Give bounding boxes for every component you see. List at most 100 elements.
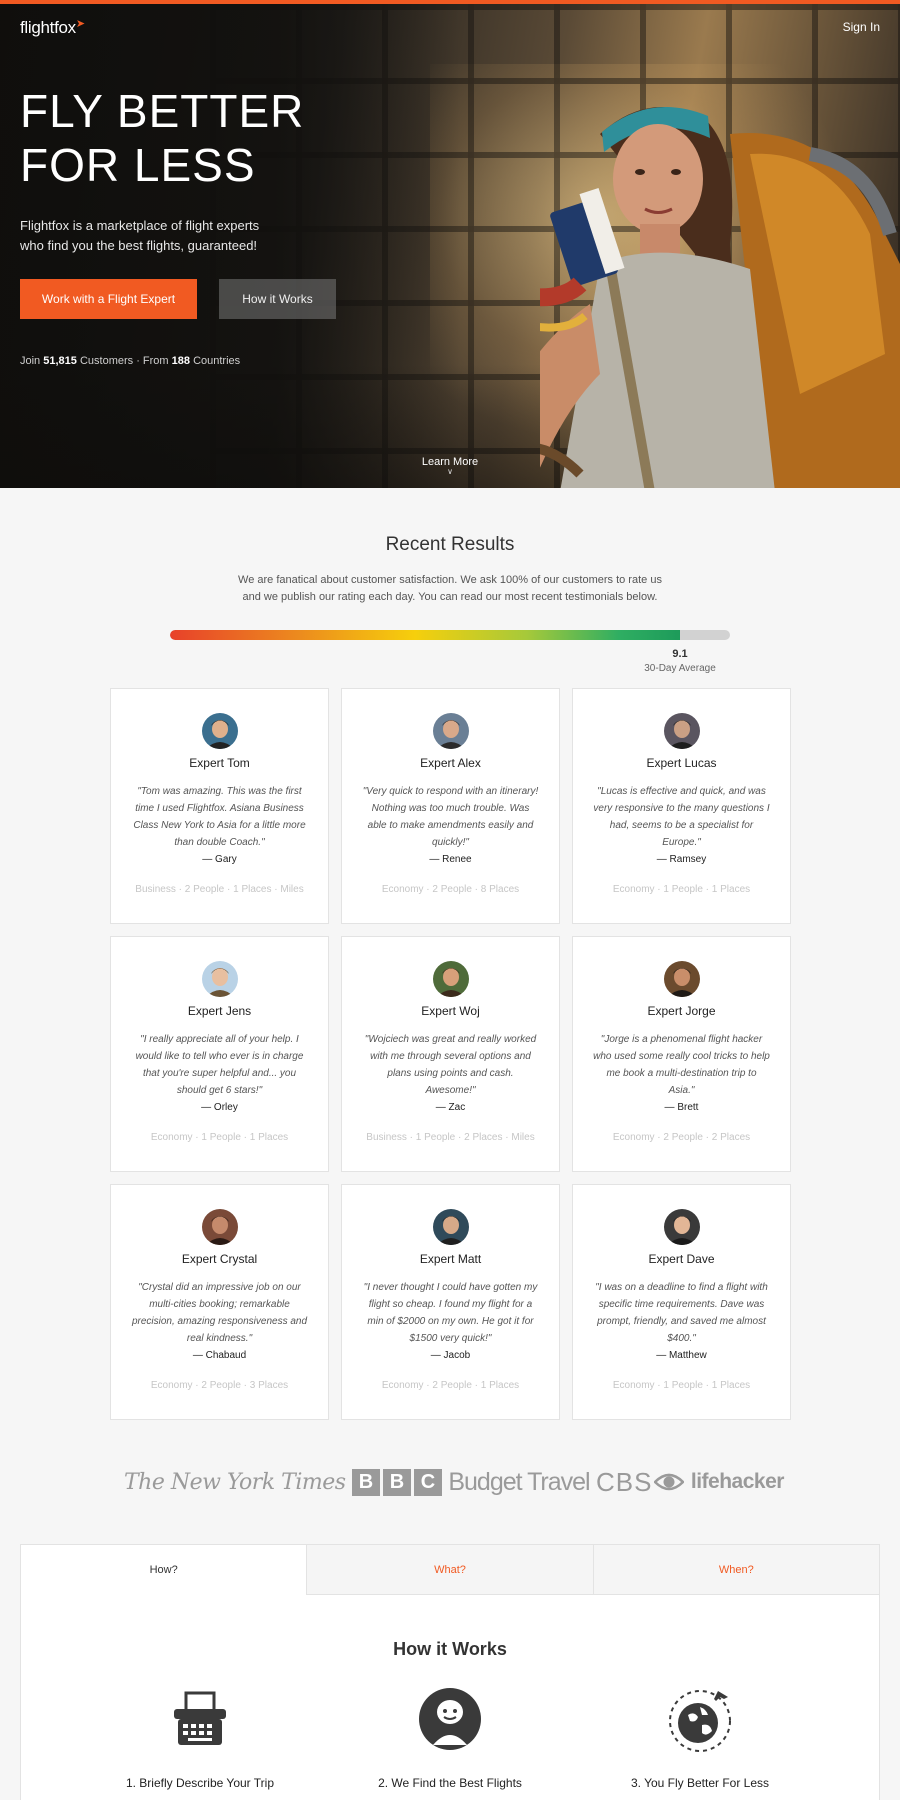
testimonial-quote: "Crystal did an impressive job on our mu… [131, 1282, 308, 1344]
rating-bar [170, 630, 730, 640]
avatar [663, 1209, 700, 1245]
testimonial-quote: "Tom was amazing. This was the first tim… [133, 786, 306, 848]
testimonial-quote: "I really appreciate all of your help. I… [135, 1034, 304, 1096]
expert-name: Expert Jens [187, 1004, 252, 1018]
testimonial-author: — Zac [435, 1102, 466, 1113]
country-count: 188 [171, 355, 191, 367]
testimonial-author: — Ramsey [656, 854, 707, 865]
testimonial-card: Expert Dave "I was on a deadline to find … [572, 1184, 791, 1420]
avatar [432, 961, 469, 997]
testimonial-card: Expert Matt "I never thought I could have… [341, 1184, 560, 1420]
testimonial-quote: "Wojciech was great and really worked wi… [364, 1034, 537, 1096]
budget-travel-logo: Budget Travel [448, 1467, 590, 1496]
stats-prefix: Join [20, 355, 41, 367]
expert-name: Expert Crystal [181, 1252, 258, 1266]
testimonial-quote: "I was on a deadline to find a flight wi… [595, 1282, 768, 1344]
testimonial-card: Expert Jens "I really appreciate all of y… [110, 936, 329, 1172]
hero-traveler-image [540, 107, 900, 488]
hero-banner: flightfox➤ Sign In FLY BETTER FOR LESS F… [0, 0, 900, 488]
nyt-logo: The New York Times [124, 1469, 346, 1495]
testimonial-author: — Orley [201, 1102, 238, 1113]
hero-stats: Join 51,815 Customers · From 188 Countri… [20, 355, 240, 367]
bracelets [540, 277, 587, 307]
lifehacker-logo: lifehacker [690, 1470, 785, 1493]
trip-details: Economy · 1 People · 1 Places [612, 1380, 751, 1391]
trip-details: Economy · 2 People · 1 Places [381, 1380, 520, 1391]
testimonial-quote: "I never thought I could have gotten my … [363, 1282, 538, 1344]
trip-details: Economy · 2 People · 8 Places [381, 884, 520, 895]
rating-value: 9.1 [672, 648, 688, 660]
testimonial-author: — Matthew [656, 1350, 707, 1361]
avatar [201, 961, 238, 997]
testimonial-card: Expert Lucas "Lucas is effective and quic… [572, 688, 791, 924]
cbs-eye-icon [654, 1473, 685, 1491]
hero-title: FLY BETTER FOR LESS [20, 84, 420, 192]
bbc-letter: B [382, 1468, 411, 1496]
avatar [201, 713, 238, 749]
chevron-down-icon: ∨ [447, 467, 453, 476]
step-label: 2. We Find the Best Flights [378, 1776, 522, 1790]
testimonial-author: — Chabaud [192, 1350, 247, 1361]
bbc-logo: B B C [351, 1468, 442, 1496]
expert-name: Expert Matt [419, 1252, 482, 1266]
trip-details: Economy · 2 People · 3 Places [150, 1380, 289, 1391]
step-label: 3. You Fly Better For Less [630, 1776, 770, 1790]
step-describe-trip: 1. Briefly Describe Your Trip [80, 1685, 320, 1790]
expert-name: Expert Jorge [647, 1004, 716, 1018]
tab-bar: How? What? When? [21, 1545, 879, 1595]
avatar [201, 1209, 238, 1245]
step-label: 1. Briefly Describe Your Trip [125, 1776, 275, 1790]
testimonial-quote: "Very quick to respond with an itinerary… [362, 786, 539, 848]
expert-name: Expert Lucas [646, 756, 717, 770]
expert-face-icon [419, 1688, 481, 1750]
stats-mid: Customers · From [79, 355, 169, 367]
tab-what[interactable]: What? [306, 1545, 593, 1595]
step-fly-better: 3. You Fly Better For Less [580, 1685, 820, 1790]
how-it-works-button[interactable]: How it Works [219, 279, 336, 319]
trip-details: Economy · 2 People · 2 Places [612, 1132, 751, 1143]
rating-bar-fill [170, 630, 680, 640]
tab-how[interactable]: How? [21, 1545, 307, 1595]
avatar [432, 713, 469, 749]
avatar [663, 713, 700, 749]
testimonial-grid: Expert Tom "Tom was amazing. This was the… [110, 688, 791, 1420]
press-logos: The New York Times B B C Budget Travel C… [124, 1462, 784, 1502]
rating-caption: 30-Day Average [644, 663, 716, 674]
sign-in-link[interactable]: Sign In [843, 20, 880, 34]
how-it-works-title: How it Works [393, 1639, 507, 1659]
bbc-letter: B [351, 1468, 380, 1496]
testimonial-author: — Brett [664, 1102, 699, 1113]
testimonial-card: Expert Tom "Tom was amazing. This was the… [110, 688, 329, 924]
customer-count: 51,815 [43, 355, 77, 367]
testimonial-card: Expert Jorge "Jorge is a phenomenal fligh… [572, 936, 791, 1172]
testimonial-author: — Renee [429, 854, 472, 865]
testimonial-author: — Gary [202, 854, 237, 865]
logo-mark-icon: ➤ [75, 18, 85, 30]
testimonial-quote: "Lucas is effective and quick, and was v… [593, 786, 770, 848]
recent-results-description: We are fanatical about customer satisfac… [238, 574, 662, 603]
expert-name: Expert Woj [421, 1004, 480, 1018]
cbs-logo: CBS [596, 1467, 685, 1498]
avatar [663, 961, 700, 997]
recent-results-title: Recent Results [385, 534, 515, 555]
testimonial-author: — Jacob [430, 1350, 471, 1361]
hero-title-line2: FOR LESS [20, 139, 256, 191]
expert-name: Expert Dave [648, 1252, 715, 1266]
testimonial-card: Expert Woj "Wojciech was great and really… [341, 936, 560, 1172]
hero-subtitle: Flightfox is a marketplace of flight exp… [20, 218, 260, 253]
trip-details: Economy · 1 People · 1 Places [612, 884, 751, 895]
typewriter-icon [174, 1691, 226, 1745]
hero-title-line1: FLY BETTER [20, 85, 305, 137]
flightfox-logo[interactable]: flightfox➤ [20, 18, 85, 38]
trip-details: Business · 1 People · 2 Places · Miles [366, 1132, 535, 1143]
logo-text: flightfox [20, 18, 76, 37]
info-tabs-panel: How? What? When? How it Works 1. Briefly… [20, 1544, 880, 1800]
trip-details: Economy · 1 People · 1 Places [150, 1132, 289, 1143]
tab-when[interactable]: When? [592, 1545, 879, 1595]
face-shape [613, 124, 703, 234]
step-find-flights: 2. We Find the Best Flights [330, 1685, 570, 1790]
avatar [432, 1209, 469, 1245]
work-with-expert-button[interactable]: Work with a Flight Expert [20, 279, 197, 319]
learn-more-link[interactable]: Learn More ∨ [400, 456, 500, 476]
testimonial-card: Expert Crystal "Crystal did an impressive… [110, 1184, 329, 1420]
